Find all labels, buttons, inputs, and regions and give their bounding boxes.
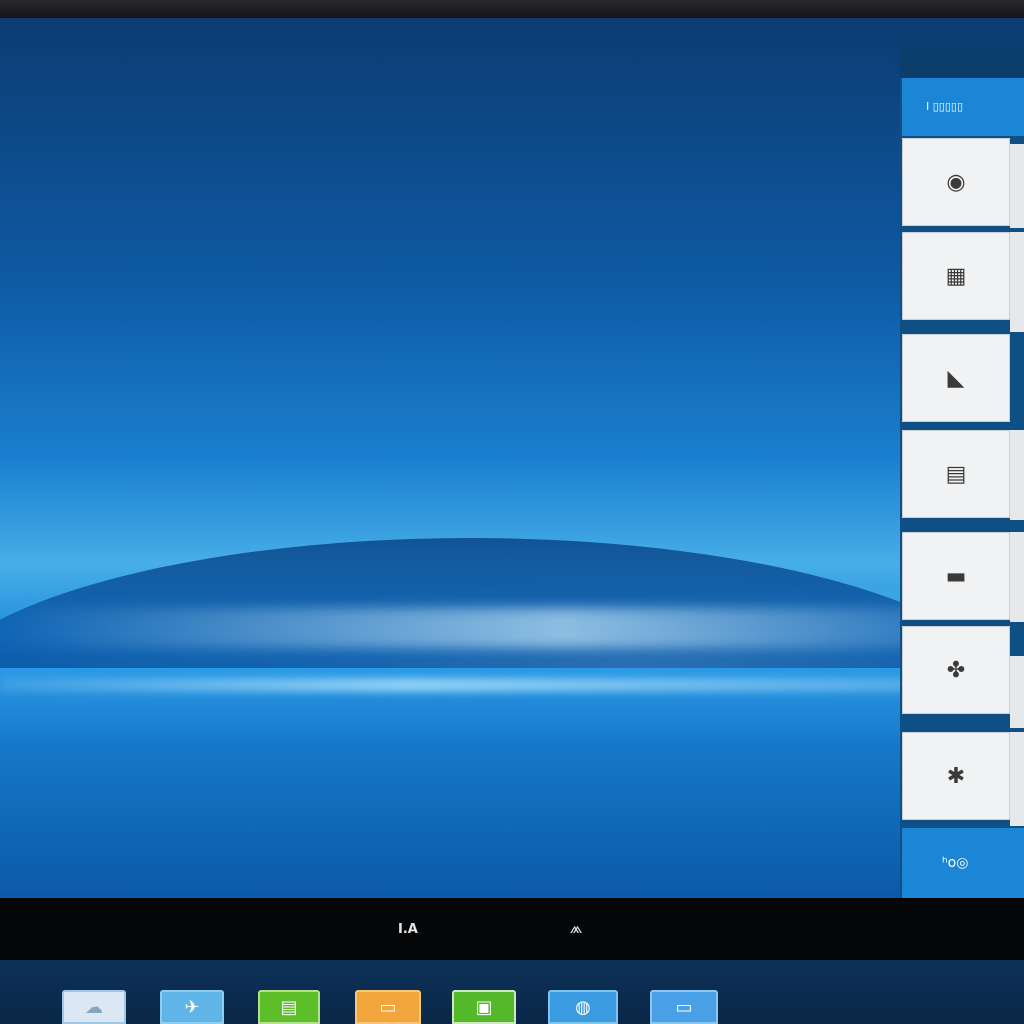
calendar-icon: ▦ [945,263,967,289]
photo-icon: ▬ [945,563,967,589]
spreadsheet-icon: ▤ [280,996,298,1018]
status-bar-label: I.A [398,922,418,937]
taskbar-window[interactable]: ▭ [650,990,718,1024]
mail-icon: ◣ [947,365,965,391]
tile-edge [1010,430,1024,520]
cloud-icon: ☁ [85,996,103,1018]
monitor-bezel [0,0,1024,18]
taskbar-cloud[interactable]: ☁ [62,990,126,1024]
folder-icon: ▭ [379,996,397,1018]
app-icon: ✤ [946,657,966,683]
status-bar [0,898,1024,960]
wallpaper-glow [0,608,1024,648]
wallpaper-lower [0,668,1024,898]
tile-settings[interactable]: ◉ [902,138,1010,226]
puzzle-icon: ✱ [946,763,966,789]
panel-footer[interactable]: ʰo◎ [902,828,1024,898]
tile-app-a[interactable]: ✤ [902,626,1010,714]
window-icon: ▭ [675,996,693,1018]
side-panel: I ▯▯▯▯▯ ◉ ▦ ◣ ▤ ▬ ✤ ✱ ʰo◎ [900,46,1024,898]
taskbar-globe[interactable]: ◍ [548,990,618,1024]
tile-calendar[interactable]: ▦ [902,232,1010,320]
globe-icon: ◍ [575,996,591,1018]
image-icon: ▣ [475,996,493,1018]
tile-mail[interactable]: ◣ [902,334,1010,422]
taskbar-twitter[interactable]: ✈ [160,990,224,1024]
eject-icon[interactable]: ⩕ [560,918,592,938]
tile-photos[interactable]: ▬ [902,532,1010,620]
tile-document[interactable]: ▤ [902,430,1010,518]
tile-edge [1010,532,1024,622]
document-icon: ▤ [945,461,967,487]
taskbar-green[interactable]: ▤ [258,990,320,1024]
tile-edge [1010,732,1024,826]
panel-header[interactable]: I ▯▯▯▯▯ [902,78,1024,136]
panel-top-bar [900,46,1024,78]
taskbar-files[interactable]: ▣ [452,990,516,1024]
camera-icon: ◉ [946,169,966,195]
tile-edge [1010,144,1024,228]
tile-edge [1010,232,1024,332]
tile-edge [1010,656,1024,728]
bird-icon: ✈ [184,996,200,1018]
desktop-wallpaper [0,18,1024,898]
tile-app-b[interactable]: ✱ [902,732,1010,820]
taskbar-orange[interactable]: ▭ [355,990,421,1024]
wallpaper-streak [0,678,1024,692]
